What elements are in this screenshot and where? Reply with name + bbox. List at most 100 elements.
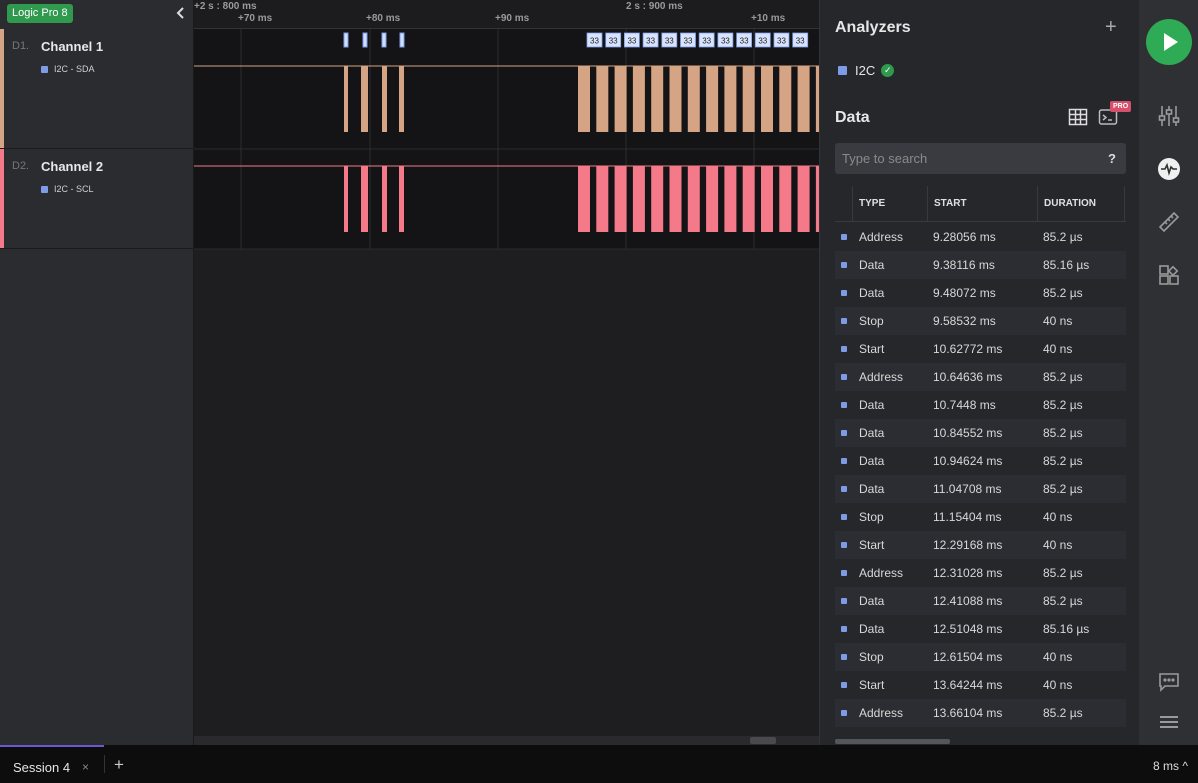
- row-color-square: [841, 346, 847, 352]
- table-row[interactable]: Stop 12.61504 ms 40 ns: [835, 643, 1126, 671]
- column-header-duration[interactable]: DURATION: [1037, 186, 1124, 222]
- cell-type: Start: [859, 342, 885, 356]
- waveform-view[interactable]: +2 s : 800 ms 2 s : 900 ms +70 ms +80 ms…: [194, 0, 819, 745]
- column-header-type[interactable]: TYPE: [852, 186, 928, 222]
- waveform-canvas[interactable]: 33 33 33 33 33 33 33 33 33 33 33 33: [194, 29, 819, 736]
- sda-pulse: [687, 66, 700, 132]
- device-badge[interactable]: Logic Pro 8: [7, 4, 73, 23]
- table-scrollbar-thumb[interactable]: [835, 739, 950, 744]
- table-header: TYPE START DURATION: [835, 186, 1126, 222]
- new-session-button[interactable]: +: [114, 755, 124, 775]
- session-tab[interactable]: Session 4 ×: [0, 745, 104, 783]
- table-row[interactable]: Data 9.48072 ms 85.2 µs: [835, 279, 1126, 307]
- ruler-minor-label: +80 ms: [366, 13, 401, 24]
- bubble-marker: [362, 32, 368, 48]
- scl-pulse: [687, 166, 700, 232]
- channel-row-2[interactable]: D2. Channel 2 I2C - SCL: [0, 149, 194, 249]
- add-analyzer-button[interactable]: +: [1105, 16, 1117, 39]
- scl-pulse: [779, 166, 792, 232]
- channel-color-bar: [0, 149, 4, 248]
- table-row[interactable]: Stop 11.15404 ms 40 ns: [835, 503, 1126, 531]
- table-row[interactable]: Data 10.84552 ms 85.2 µs: [835, 419, 1126, 447]
- row-color-square: [841, 626, 847, 632]
- table-row[interactable]: Address 10.64636 ms 85.2 µs: [835, 363, 1126, 391]
- protocol-bubble-label: 33: [665, 37, 674, 46]
- chat-icon: [1159, 673, 1179, 692]
- row-color-square: [841, 402, 847, 408]
- table-row[interactable]: Data 9.38116 ms 85.16 µs: [835, 251, 1126, 279]
- cell-start: 9.38116 ms: [933, 258, 995, 272]
- ruler-major-label: +2 s : 800 ms: [194, 1, 257, 12]
- scl-pulse: [706, 166, 719, 232]
- table-row[interactable]: Start 13.64244 ms 40 ns: [835, 671, 1126, 699]
- protocol-bubble-label: 33: [758, 37, 767, 46]
- table-row[interactable]: Address 12.31028 ms 85.2 µs: [835, 559, 1126, 587]
- horizontal-scrollbar-thumb[interactable]: [750, 737, 776, 744]
- table-scrollbar[interactable]: [835, 737, 1126, 745]
- cell-start: 12.61504 ms: [933, 650, 1003, 664]
- cell-start: 9.58532 ms: [933, 314, 996, 328]
- table-view-button[interactable]: [1068, 108, 1088, 126]
- data-table[interactable]: TYPE START DURATION Address 9.28056 ms 85.…: [835, 186, 1126, 736]
- row-color-square: [841, 486, 847, 492]
- channel-analyzer-text: I2C - SCL: [54, 184, 94, 194]
- ruler-icon: [1158, 211, 1180, 233]
- table-row[interactable]: Stop 9.58532 ms 40 ns: [835, 307, 1126, 335]
- table-row[interactable]: Data 10.94624 ms 85.2 µs: [835, 447, 1126, 475]
- cell-start: 13.66104 ms: [933, 706, 1003, 720]
- scl-pulse: [382, 166, 387, 232]
- cell-start: 12.51048 ms: [933, 622, 1003, 636]
- cell-type: Data: [859, 482, 885, 496]
- cell-duration: 85.2 µs: [1043, 482, 1083, 496]
- table-row[interactable]: Address 9.28056 ms 85.2 µs: [835, 223, 1126, 251]
- channel-name[interactable]: Channel 2: [41, 159, 103, 174]
- measurements-button[interactable]: [1157, 210, 1181, 234]
- feedback-button[interactable]: [1157, 670, 1181, 694]
- start-capture-button[interactable]: [1146, 19, 1192, 65]
- extensions-button[interactable]: [1157, 263, 1181, 287]
- row-color-square: [841, 542, 847, 548]
- channel-row-1[interactable]: D1. Channel 1 I2C - SDA: [0, 29, 194, 149]
- table-row[interactable]: Data 10.7448 ms 85.2 µs: [835, 391, 1126, 419]
- close-session-icon[interactable]: ×: [82, 760, 89, 774]
- scl-pulse: [578, 166, 590, 232]
- session-tab-label[interactable]: Session 4: [13, 760, 70, 775]
- scl-pulse: [724, 166, 737, 232]
- sda-pulse: [596, 66, 609, 132]
- cell-type: Address: [859, 706, 904, 720]
- sda-pulse: [399, 66, 404, 132]
- channel-name[interactable]: Channel 1: [41, 39, 103, 54]
- table-row[interactable]: Data 11.04708 ms 85.2 µs: [835, 475, 1126, 503]
- device-settings-button[interactable]: [1157, 104, 1181, 128]
- main-menu-button[interactable]: [1157, 710, 1181, 734]
- sda-pulse: [724, 66, 737, 132]
- cell-start: 12.29168 ms: [933, 538, 1003, 552]
- table-row[interactable]: Data 12.41088 ms 85.2 µs: [835, 587, 1126, 615]
- scl-pulse: [596, 166, 609, 232]
- table-row[interactable]: Start 12.29168 ms 40 ns: [835, 531, 1126, 559]
- horizontal-scrollbar[interactable]: [194, 736, 819, 745]
- scl-pulse: [399, 166, 404, 232]
- cell-duration: 40 ns: [1043, 510, 1073, 524]
- cell-start: 11.04708 ms: [933, 482, 1002, 496]
- search-input[interactable]: [835, 143, 1095, 174]
- analyzer-name[interactable]: I2C: [855, 63, 875, 78]
- chevron-left-icon: [176, 7, 184, 19]
- time-ruler[interactable]: +2 s : 800 ms 2 s : 900 ms +70 ms +80 ms…: [194, 0, 819, 29]
- collapse-sidebar-button[interactable]: [172, 4, 190, 22]
- column-header-start[interactable]: START: [927, 186, 1038, 222]
- analyzers-button[interactable]: [1157, 157, 1181, 181]
- table-row[interactable]: Address 13.66104 ms 85.2 µs: [835, 699, 1126, 727]
- search-help-button[interactable]: ?: [1108, 151, 1116, 166]
- table-row[interactable]: Data 12.51048 ms 85.16 µs: [835, 615, 1126, 643]
- row-color-square: [841, 710, 847, 716]
- cell-duration: 85.2 µs: [1043, 398, 1083, 412]
- table-row[interactable]: Start 10.62772 ms 40 ns: [835, 335, 1126, 363]
- cell-duration: 40 ns: [1043, 538, 1073, 552]
- ruler-minor-label: +70 ms: [238, 13, 273, 24]
- pro-badge: PRO: [1110, 101, 1132, 112]
- sda-pulse: [779, 66, 792, 132]
- channel-analyzer-text: I2C - SDA: [54, 64, 95, 74]
- zoom-readout[interactable]: 8 ms ^: [1153, 759, 1188, 773]
- analyzer-item-i2c[interactable]: I2C ✓: [838, 63, 895, 78]
